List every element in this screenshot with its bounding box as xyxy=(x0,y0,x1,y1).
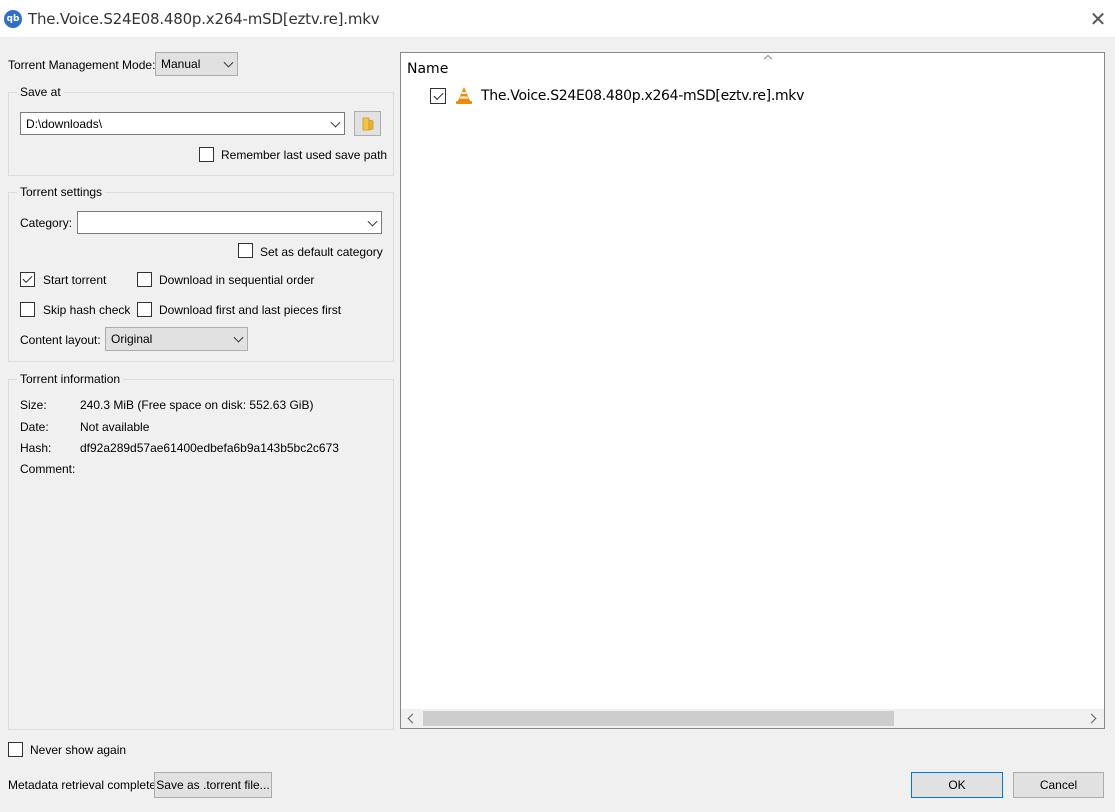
first-last-pieces-checkbox[interactable] xyxy=(137,302,152,317)
category-label: Category: xyxy=(20,216,73,230)
default-category-label: Set as default category xyxy=(260,245,383,259)
save-path-combobox[interactable]: D:\downloads\ xyxy=(20,112,345,135)
start-torrent-checkbox[interactable] xyxy=(20,272,35,287)
save-at-title: Save at xyxy=(17,85,64,99)
chevron-down-icon xyxy=(223,57,234,68)
content-layout-value: Original xyxy=(111,332,153,346)
status-text: Metadata retrieval complete xyxy=(8,778,157,792)
comment-label: Comment: xyxy=(20,462,76,476)
torrent-information-group xyxy=(8,379,394,730)
folder-icon xyxy=(362,117,373,131)
skip-hash-check-checkbox[interactable] xyxy=(20,302,35,317)
skip-hash-check-label: Skip hash check xyxy=(43,303,131,317)
size-label: Size: xyxy=(20,398,47,412)
file-name: The.Voice.S24E08.480p.x264-mSD[eztv.re].… xyxy=(481,88,805,104)
window-title: The.Voice.S24E08.480p.x264-mSD[eztv.re].… xyxy=(28,10,380,28)
hash-label: Hash: xyxy=(20,441,52,455)
browse-folder-button[interactable] xyxy=(354,111,381,136)
close-icon[interactable]: ✕ xyxy=(1088,9,1108,29)
ok-button[interactable]: OK xyxy=(911,772,1003,798)
never-show-again-checkbox[interactable] xyxy=(8,742,23,757)
vlc-cone-icon xyxy=(456,87,472,104)
management-mode-value: Manual xyxy=(161,57,201,71)
size-value: 240.3 MiB (Free space on disk: 552.63 Gi… xyxy=(80,398,314,412)
management-mode-dropdown[interactable]: Manual xyxy=(155,52,238,76)
start-torrent-label: Start torrent xyxy=(43,273,107,287)
date-label: Date: xyxy=(20,420,49,434)
column-header-name[interactable]: Name xyxy=(407,61,448,77)
date-value: Not available xyxy=(80,420,150,434)
chevron-down-icon xyxy=(233,332,244,343)
never-show-again-label: Never show again xyxy=(30,743,127,757)
scrollbar-thumb[interactable] xyxy=(423,711,894,726)
sequential-order-checkbox[interactable] xyxy=(137,272,152,287)
content-layout-label: Content layout: xyxy=(20,333,101,347)
sequential-order-label: Download in sequential order xyxy=(159,273,315,287)
torrent-information-title: Torrent information xyxy=(17,372,124,386)
first-last-pieces-label: Download first and last pieces first xyxy=(159,303,342,317)
qbittorrent-app-icon: qb xyxy=(4,10,22,28)
chevron-down-icon xyxy=(367,216,378,227)
default-category-checkbox[interactable] xyxy=(238,243,253,258)
save-path-value: D:\downloads\ xyxy=(26,116,103,131)
hash-value: df92a289d57ae61400edbefa6b9a143b5bc2c673 xyxy=(80,441,339,455)
chevron-down-icon[interactable] xyxy=(330,117,341,128)
file-checkbox[interactable] xyxy=(430,88,446,104)
cancel-button[interactable]: Cancel xyxy=(1013,772,1104,798)
remember-save-path-label: Remember last used save path xyxy=(221,148,388,162)
category-combobox[interactable] xyxy=(77,211,382,234)
torrent-settings-title: Torrent settings xyxy=(17,185,106,199)
content-layout-dropdown[interactable]: Original xyxy=(105,327,248,351)
file-row[interactable]: The.Voice.S24E08.480p.x264-mSD[eztv.re].… xyxy=(404,84,1104,108)
remember-save-path-checkbox[interactable] xyxy=(199,147,214,162)
file-list-pane[interactable] xyxy=(400,52,1105,729)
management-mode-label: Torrent Management Mode: xyxy=(8,58,156,72)
save-torrent-file-button[interactable]: Save as .torrent file... xyxy=(154,772,272,798)
